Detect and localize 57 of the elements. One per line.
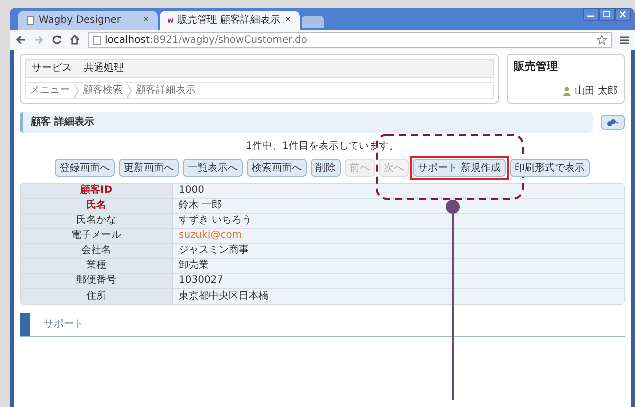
browser-tab[interactable]: Wagby Designer × bbox=[18, 11, 158, 30]
field-value: 鈴木 一郎 bbox=[173, 199, 624, 213]
field-label: 郵便番号 bbox=[21, 274, 173, 288]
action-button[interactable]: 印刷形式で表示 bbox=[510, 159, 590, 177]
chevron-icon bbox=[74, 84, 79, 98]
breadcrumb-item[interactable]: 顧客検索 bbox=[83, 83, 123, 98]
tab-close[interactable]: × bbox=[142, 14, 150, 28]
tab-title: Wagby Designer bbox=[39, 14, 122, 28]
field-value: 1000 bbox=[173, 184, 624, 198]
field-label: 氏名 bbox=[21, 199, 173, 213]
user-icon bbox=[562, 87, 571, 96]
menu-item[interactable]: サービス bbox=[32, 61, 72, 76]
menu-icon[interactable] bbox=[620, 36, 629, 44]
reload-icon[interactable] bbox=[52, 35, 62, 45]
back-icon[interactable] bbox=[16, 35, 26, 45]
menu-item[interactable]: 共通処理 bbox=[84, 61, 124, 76]
section-title: サポート bbox=[44, 318, 84, 332]
action-button[interactable]: 更新画面へ bbox=[118, 159, 179, 177]
tab-close[interactable]: × bbox=[284, 14, 292, 28]
minimize-icon[interactable] bbox=[583, 8, 599, 21]
chevron-icon bbox=[127, 84, 132, 98]
panel-title: 顧客 詳細表示 bbox=[31, 115, 94, 130]
user-name: 山田 太郎 bbox=[574, 84, 618, 99]
tab-title: 販売管理 顧客詳細表示 bbox=[177, 14, 280, 28]
link-icon bbox=[607, 118, 619, 126]
field-value: 1030027 bbox=[173, 274, 624, 288]
page-icon bbox=[93, 36, 101, 44]
field-label: 電子メール bbox=[21, 229, 173, 243]
action-button[interactable]: 削除 bbox=[310, 159, 341, 177]
action-button[interactable]: 登録画面へ bbox=[54, 159, 115, 177]
action-button[interactable]: サポート 新規作成 bbox=[412, 159, 506, 177]
field-value: すずき いちろう bbox=[173, 214, 624, 228]
home-icon[interactable] bbox=[70, 35, 80, 45]
field-label: 住所 bbox=[21, 289, 173, 304]
field-value: 東京都中央区日本橋 bbox=[173, 289, 624, 304]
field-label: 業種 bbox=[21, 259, 173, 273]
field-label: 氏名かな bbox=[21, 214, 173, 228]
page-icon bbox=[26, 16, 35, 25]
star-icon[interactable] bbox=[597, 35, 607, 45]
section-marker bbox=[20, 313, 30, 336]
app-title: 販売管理 bbox=[514, 59, 559, 75]
close-icon[interactable] bbox=[615, 8, 631, 21]
field-value: ジャスミン商事 bbox=[173, 244, 624, 258]
link-dropdown-button[interactable] bbox=[601, 115, 625, 130]
action-button[interactable]: 検索画面へ bbox=[246, 159, 307, 177]
action-button[interactable]: 一覧表示へ bbox=[182, 159, 243, 177]
logo-icon bbox=[168, 16, 174, 25]
field-label: 会社名 bbox=[21, 244, 173, 258]
browser-tab[interactable]: 販売管理 顧客詳細表示 × bbox=[160, 11, 300, 30]
field-label: 顧客ID bbox=[21, 184, 173, 198]
status-text: 1件中、1件目を表示しています。 bbox=[245, 140, 400, 154]
breadcrumb-item: 顧客詳細表示 bbox=[136, 84, 196, 98]
url-text: localhost:8921/wagby/showCustomer.do bbox=[105, 34, 308, 48]
field-value: 卸売業 bbox=[173, 259, 624, 273]
address-field[interactable]: localhost:8921/wagby/showCustomer.do bbox=[88, 32, 612, 48]
maximize-icon[interactable] bbox=[599, 8, 615, 21]
breadcrumb-item[interactable]: メニュー bbox=[30, 83, 70, 98]
